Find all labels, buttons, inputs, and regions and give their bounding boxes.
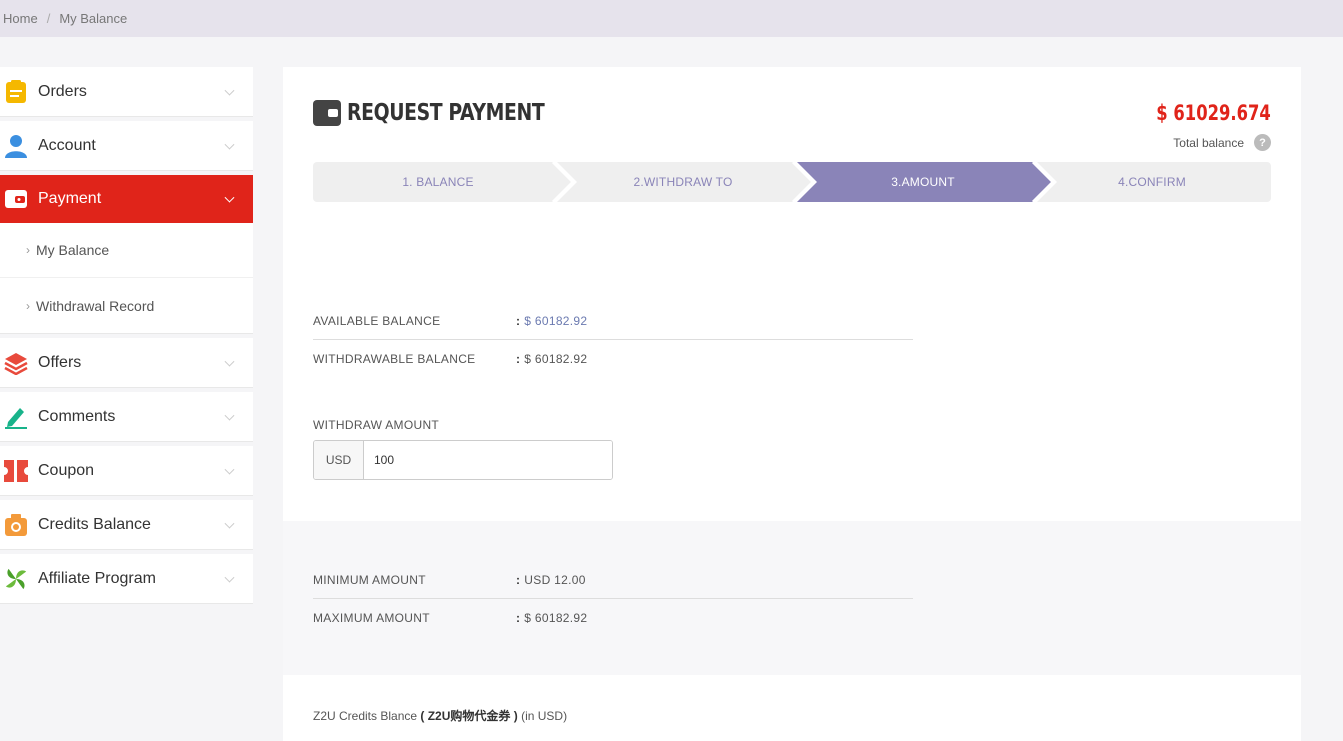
credits-chinese-label: ( Z2U购物代金券 )	[420, 709, 518, 723]
chevron-right-icon: ›	[26, 243, 30, 257]
available-balance-row: AVAILABLE BALANCE : $ 60182.92	[313, 302, 913, 340]
sidebar-item-comments[interactable]: Comments	[0, 392, 253, 442]
colon: :	[516, 572, 521, 587]
sidebar-item-affiliate-program[interactable]: Affiliate Program	[0, 554, 253, 604]
pen-icon	[4, 405, 28, 429]
withdraw-amount-label: WITHDRAW AMOUNT	[313, 418, 440, 432]
available-balance-label: AVAILABLE BALANCE	[313, 313, 441, 328]
step-balance: 1. BALANCE	[402, 175, 474, 189]
step-withdraw-to: 2.WITHDRAW TO	[633, 175, 733, 189]
maximum-amount-row: MAXIMUM AMOUNT : $ 60182.92	[313, 599, 913, 637]
ticket-icon	[4, 459, 28, 483]
minimum-amount-label: MINIMUM AMOUNT	[313, 572, 426, 587]
chevron-right-icon: ›	[26, 298, 30, 313]
minimum-amount-value: USD 12.00	[524, 572, 586, 587]
maximum-amount-value: $ 60182.92	[524, 611, 588, 625]
credits-balance-heading: Z2U Credits Blance ( Z2U购物代金券 ) (in USD)	[313, 707, 567, 724]
sidebar-item-label: Account	[38, 136, 96, 154]
sidebar-item-payment[interactable]: Payment	[0, 175, 253, 223]
total-balance-amount: $ 61029.674	[1156, 101, 1271, 125]
colon: :	[516, 611, 521, 625]
maximum-amount-label: MAXIMUM AMOUNT	[313, 611, 430, 625]
minimum-amount-row: MINIMUM AMOUNT : USD 12.00	[313, 561, 913, 599]
sidebar-item-label: Orders	[38, 82, 87, 100]
sidebar-item-label: Comments	[38, 407, 116, 425]
withdrawable-balance-value: $ 60182.92	[524, 352, 588, 366]
sidebar-item-account[interactable]: Account	[0, 121, 253, 171]
credits-prefix: Z2U Credits Blance	[313, 709, 418, 723]
sidebar-item-coupon[interactable]: Coupon	[0, 446, 253, 496]
step-confirm: 4.CONFIRM	[1118, 175, 1186, 189]
sidebar: Orders Account Payment › My Balance › Wi…	[0, 67, 253, 608]
main-panel: REQUEST PAYMENT $ 61029.674 Total balanc…	[283, 67, 1301, 741]
sidebar-subitem-label: My Balance	[36, 242, 110, 258]
colon: :	[516, 313, 521, 328]
sidebar-item-offers[interactable]: Offers	[0, 338, 253, 388]
sidebar-item-label: Payment	[38, 190, 102, 207]
credits-suffix: (in USD)	[521, 709, 568, 723]
balance-info: AVAILABLE BALANCE : $ 60182.92 WITHDRAWA…	[313, 302, 913, 378]
wallet-icon	[4, 187, 28, 211]
limits-info: MINIMUM AMOUNT : USD 12.00 MAXIMUM AMOUN…	[313, 561, 913, 637]
total-balance-text: Total balance	[1173, 135, 1244, 150]
total-balance-label: Total balance ?	[1124, 134, 1271, 151]
withdraw-amount-group: USD	[313, 440, 613, 480]
progress-steps: 1. BALANCE 2.WITHDRAW TO 3.AMOUNT 4.CONF…	[313, 162, 1271, 202]
sidebar-subitem-label: Withdrawal Record	[36, 297, 155, 314]
sidebar-item-label: Coupon	[38, 461, 95, 479]
colon: :	[516, 352, 521, 366]
breadcrumb-separator: /	[46, 11, 51, 26]
withdraw-amount-input[interactable]	[364, 441, 612, 479]
help-icon[interactable]: ?	[1254, 134, 1271, 151]
sidebar-item-label: Offers	[38, 353, 82, 371]
page-header: REQUEST PAYMENT	[313, 100, 588, 126]
wallet-icon	[313, 100, 341, 126]
sidebar-item-credits-balance[interactable]: Credits Balance	[0, 500, 253, 550]
sidebar-item-orders[interactable]: Orders	[0, 67, 253, 117]
breadcrumb-home[interactable]: Home	[3, 11, 38, 26]
layers-icon	[4, 351, 28, 375]
sidebar-item-label: Affiliate Program	[38, 569, 156, 587]
clipboard-icon	[4, 79, 28, 104]
breadcrumb-current: My Balance	[59, 11, 128, 26]
page-title: REQUEST PAYMENT	[347, 100, 545, 126]
limits-section: MINIMUM AMOUNT : USD 12.00 MAXIMUM AMOUN…	[283, 521, 1301, 675]
breadcrumb: Home / My Balance	[0, 0, 1343, 37]
total-balance: $ 61029.674 Total balance ?	[1124, 101, 1271, 151]
sidebar-item-label: Credits Balance	[38, 515, 151, 533]
withdrawable-balance-label: WITHDRAWABLE BALANCE	[313, 352, 476, 366]
currency-addon: USD	[314, 441, 364, 479]
payment-submenu: › My Balance › Withdrawal Record	[0, 223, 253, 334]
sidebar-subitem-withdrawal-record[interactable]: › Withdrawal Record	[0, 278, 253, 333]
camera-icon	[4, 513, 28, 537]
sidebar-subitem-my-balance[interactable]: › My Balance	[0, 223, 253, 278]
withdrawable-balance-row: WITHDRAWABLE BALANCE : $ 60182.92	[313, 340, 913, 378]
available-balance-value: $ 60182.92	[524, 313, 588, 328]
user-icon	[4, 134, 28, 158]
leaf-icon	[4, 567, 28, 591]
step-amount: 3.AMOUNT	[891, 175, 955, 189]
